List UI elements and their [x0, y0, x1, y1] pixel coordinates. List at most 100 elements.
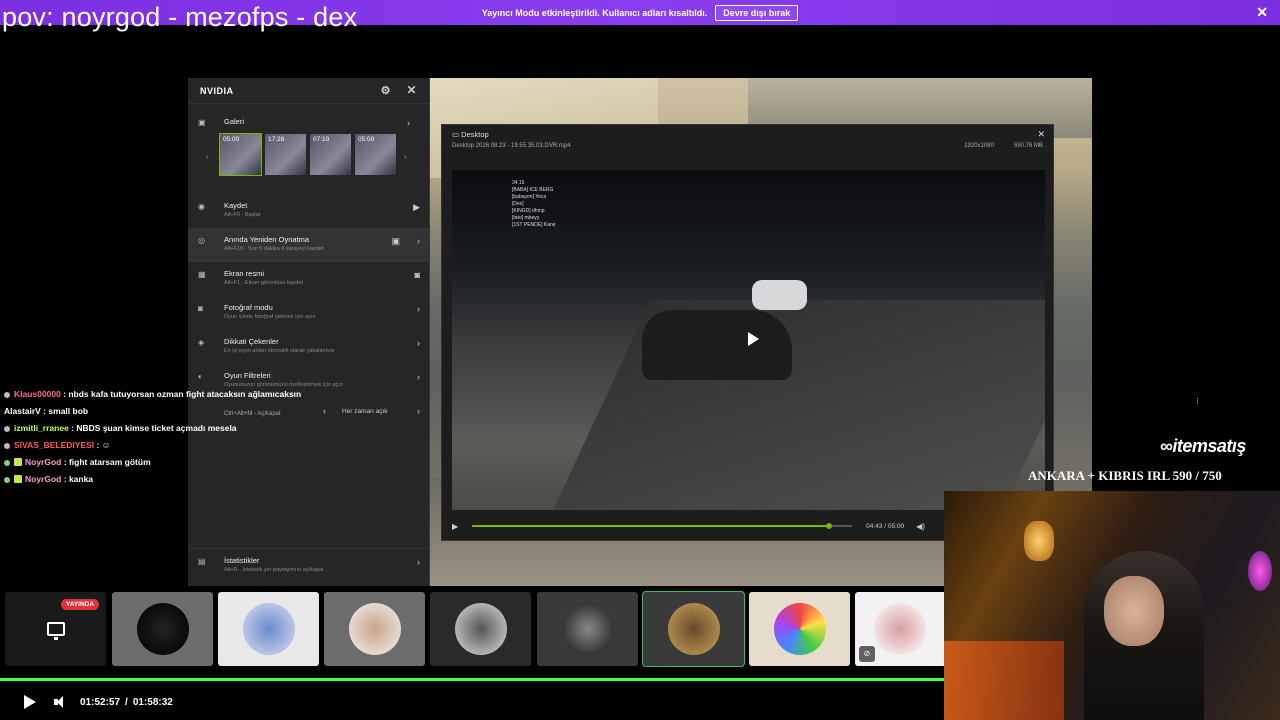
gallery-row[interactable]: ▣ Galeri ›: [198, 110, 420, 130]
gallery-thumbnail[interactable]: 05:00: [355, 134, 396, 175]
avatar: [242, 603, 295, 655]
menu-item-highlights[interactable]: ◈ Dikkati Çekenler En iyi oyun anları oto…: [188, 330, 430, 364]
gallery-thumbnail[interactable]: 07:10: [310, 134, 351, 175]
participant-tile-screen[interactable]: YAYINDA: [5, 592, 106, 666]
camera-icon: ◙: [198, 304, 203, 313]
menu-item-screenshot[interactable]: ▦ Ekran resmi Alt+F1 - Ekran görüntüsü ka…: [188, 262, 430, 296]
play-icon[interactable]: ▶: [452, 522, 458, 531]
hud-line: 34.15: [512, 180, 525, 186]
user-badge-icon: [4, 443, 10, 449]
chevron-right-icon[interactable]: ›: [404, 152, 407, 161]
game-hud: 34.15 [BABA] ICE BERG [babayım] Yeca [De…: [512, 180, 556, 229]
hud-line: [tato] mbeyy: [512, 215, 540, 221]
chevron-right-icon: ›: [417, 304, 420, 314]
vod-current-time: 01:52:57: [80, 696, 121, 708]
menu-item-subtitle: Alt+F9 - Başlat: [224, 212, 261, 218]
menu-item-record[interactable]: ◉ Kaydet Alt+F9 - Başlat ▶: [188, 194, 430, 228]
chat-username: AlastairV: [4, 406, 41, 416]
clip-resolution: 1920x1080: [964, 143, 994, 149]
close-icon[interactable]: ✕: [1037, 129, 1045, 140]
scene-road: [553, 300, 1045, 510]
time-separator: /: [125, 696, 128, 708]
save-icon[interactable]: ▣: [391, 236, 400, 247]
play-icon[interactable]: [748, 332, 759, 346]
gallery-thumbnails: 05:00 17:28 07:10 05:00: [219, 133, 420, 176]
participant-tile[interactable]: [112, 592, 213, 666]
menu-item-title: Kaydet: [224, 201, 248, 210]
volume-icon[interactable]: ◀): [916, 522, 925, 531]
nvidia-overlay-panel: NVIDIA ⚙ ✕ ▣ Galeri › ‹ › 05:00 17:28 07…: [188, 78, 430, 586]
vod-progress-bar[interactable]: [0, 678, 944, 681]
disable-button[interactable]: Devre dışı bırak: [715, 4, 799, 21]
chat-message: izmitli_rranee : NBDS şuan kimse ticket …: [4, 420, 444, 437]
sponsor-logo: ∞itemsatış: [1160, 436, 1246, 457]
folder-icon: ▭: [452, 130, 462, 139]
chevron-right-icon: ›: [417, 236, 420, 246]
chevron-right-icon: ›: [417, 557, 420, 567]
participant-tile[interactable]: [430, 592, 531, 666]
clip-seekbar[interactable]: [472, 523, 853, 529]
menu-item-subtitle: En iyi oyun anları otomatik olarak yakal…: [224, 348, 335, 354]
chat-text: NBDS şuan kimse ticket açmadı mesela: [76, 423, 237, 433]
chat-text: small bob: [48, 406, 89, 416]
gallery-thumbnail[interactable]: 17:28: [265, 134, 306, 175]
gallery-thumbnail[interactable]: 05:00: [219, 133, 262, 176]
participant-tile[interactable]: [537, 592, 638, 666]
play-icon[interactable]: [24, 695, 36, 709]
close-icon[interactable]: ✕: [406, 83, 417, 97]
menu-item-statistics[interactable]: ▤ İstatistikler Alt+R - İstatistik yer pa…: [188, 549, 430, 583]
subscriber-badge-icon: [14, 475, 22, 483]
menu-item-subtitle: Alt+F10 - Son 5 dakika 0 saniyeyi kaydet: [224, 246, 324, 252]
chevron-right-icon: ›: [407, 118, 410, 128]
participants-strip: YAYINDA ⊘: [0, 588, 944, 670]
clip-video[interactable]: 34.15 [BABA] ICE BERG [babayım] Yeca [De…: [452, 170, 1045, 510]
user-badge-icon: [4, 460, 10, 466]
neon-light: [1248, 551, 1272, 591]
chat-username: SIVAS_BELEDIYESI: [14, 440, 95, 450]
promo-text: ANKARA + KIBRIS IRL 590 / 750: [1028, 468, 1222, 483]
menu-item-subtitle: Oyun içinde fotoğraf çekmek için açın: [224, 314, 316, 320]
chat-message: Klaus00000 : nbds kafa tutuyorsan ozman …: [4, 386, 444, 403]
scene-car: [642, 310, 792, 380]
menu-item-instant-replay[interactable]: ◎ Anında Yeniden Oynatma Alt+F10 - Son 5 …: [188, 228, 430, 262]
chat-username: NoyrGod: [25, 474, 62, 484]
chevron-left-icon[interactable]: ‹: [206, 152, 209, 161]
streamer-face: [1104, 576, 1164, 646]
volume-icon[interactable]: [54, 695, 68, 709]
chat-message: NoyrGod : kanka: [4, 471, 444, 488]
gear-icon[interactable]: ⚙: [381, 84, 391, 97]
participant-tile[interactable]: [218, 592, 319, 666]
close-icon[interactable]: ✕: [1256, 4, 1268, 21]
menu-item-title: Oyun Filtreleri: [224, 371, 271, 380]
sponsor-name: itemsatış: [1172, 436, 1246, 456]
participant-tile[interactable]: [749, 592, 850, 666]
filter-icon: ◐: [198, 372, 203, 381]
menu-item-title: Anında Yeniden Oynatma: [224, 235, 310, 244]
avatar: [136, 603, 189, 655]
participant-tile[interactable]: ⊘: [855, 592, 944, 666]
chat-username: Klaus00000: [14, 389, 61, 399]
webcam-feed: [944, 491, 1280, 720]
menu-item-subtitle: Alt+F1 - Ekran görüntüsü kaydet: [224, 280, 304, 286]
play-icon: ▶: [413, 202, 420, 212]
chat-username: NoyrGod: [25, 457, 62, 467]
clip-seekbar-handle[interactable]: [826, 523, 833, 529]
hud-line: [Dex]: [512, 201, 524, 207]
camera-icon: ◙: [414, 270, 420, 280]
chevron-right-icon: ›: [417, 372, 420, 382]
stream-title: pov: noyrgod - mezofps - dex: [2, 2, 358, 32]
emote-icon: ☺: [101, 440, 111, 450]
vod-total-time: 01:58:32: [132, 696, 173, 708]
participant-tile-active[interactable]: [642, 591, 745, 667]
clip-filename: Desktop 2026.08.23 - 19.55.35.03.DVR.mp4: [452, 143, 571, 149]
avatar: [454, 603, 507, 655]
avatar: [773, 603, 826, 655]
chat-message: NoyrGod : fight atarsam götüm: [4, 454, 444, 471]
screenshot-icon: ▦: [198, 270, 206, 279]
highlights-icon: ◈: [198, 338, 205, 347]
participant-tile[interactable]: [324, 592, 425, 666]
sponsor-logo-icon: ∞: [1160, 436, 1173, 456]
stats-section: ▤ İstatistikler Alt+R - İstatistik yer pa…: [188, 548, 430, 583]
menu-item-photo-mode[interactable]: ◙ Fotoğraf modu Oyun içinde fotoğraf çekm…: [188, 296, 430, 330]
chat-message: SIVAS_BELEDIYESI : ☺: [4, 437, 444, 454]
